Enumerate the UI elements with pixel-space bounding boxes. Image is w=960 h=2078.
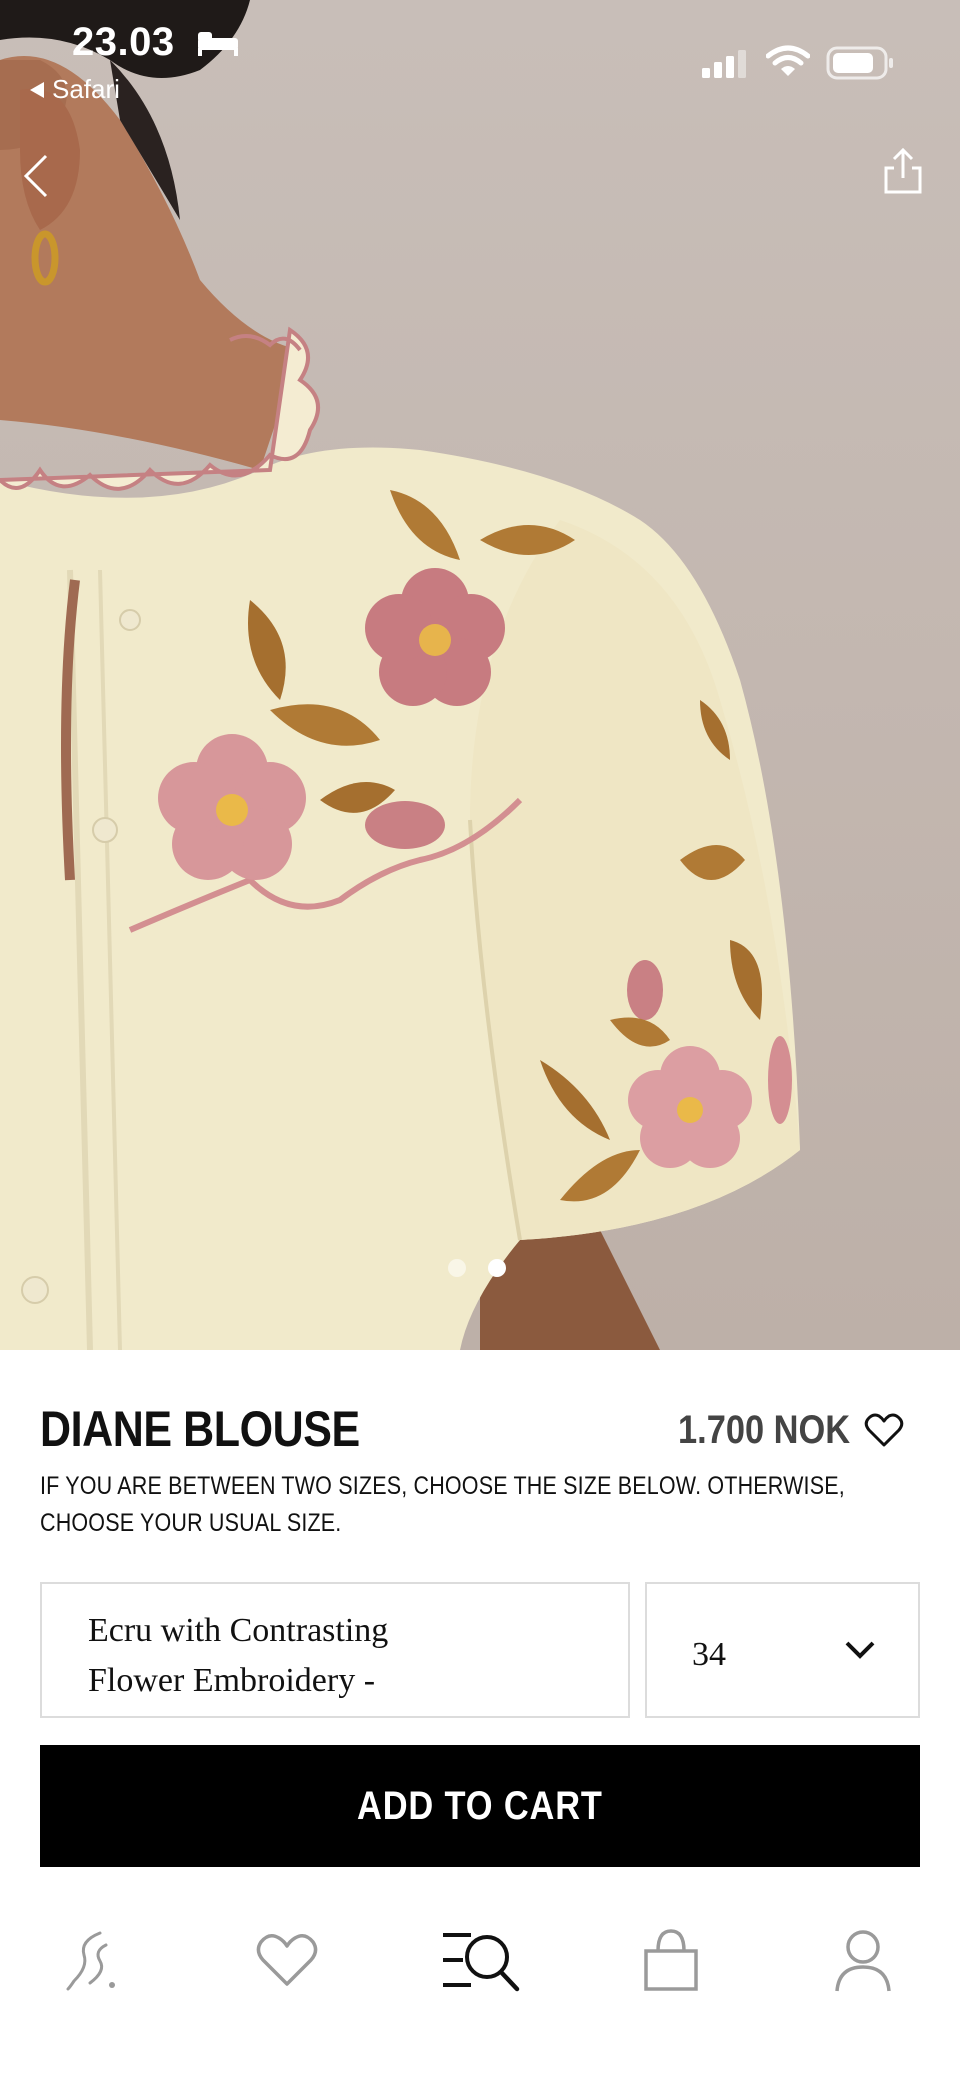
bag-icon — [644, 1929, 698, 1991]
account-icon — [835, 1930, 891, 1992]
back-chevron-icon[interactable] — [16, 150, 60, 200]
carousel-pagination[interactable] — [448, 1259, 506, 1277]
size-selector-value: 34 — [692, 1636, 726, 1673]
tab-home[interactable] — [50, 1920, 140, 2000]
color-selector-line-2: Flower Embroidery - — [88, 1662, 376, 1699]
product-photo — [0, 0, 800, 1350]
product-image-carousel[interactable]: 23.03 Safari — [0, 0, 960, 1350]
menu-search-icon — [443, 1933, 520, 1992]
add-to-cart-label: ADD TO CART — [357, 1783, 603, 1828]
product-title: DIANE BLOUSE — [40, 1401, 360, 1457]
tab-menu-search[interactable] — [434, 1920, 524, 2000]
wishlist-tab-heart-icon — [256, 1934, 318, 1986]
add-to-cart-button[interactable]: ADD TO CART — [40, 1745, 920, 1867]
product-price: 1.700 NOK — [678, 1408, 851, 1452]
tab-wishlist[interactable] — [242, 1920, 332, 2000]
carousel-dot[interactable] — [448, 1259, 466, 1277]
back-to-safari[interactable]: Safari — [30, 74, 120, 105]
back-app-label: Safari — [52, 74, 120, 104]
battery-icon — [826, 46, 893, 80]
tab-bag[interactable] — [626, 1920, 716, 2000]
tab-account[interactable] — [818, 1920, 908, 2000]
status-time: 23.03 — [72, 20, 175, 64]
wishlist-heart-icon[interactable] — [864, 1410, 904, 1450]
size-selector[interactable]: 34 — [645, 1582, 920, 1718]
wifi-icon — [766, 45, 810, 76]
home-logo-icon — [66, 1931, 115, 1991]
sleep-bed-icon — [198, 32, 238, 56]
back-triangle-icon — [30, 81, 44, 98]
color-selector-line-1: Ecru with Contrasting — [88, 1612, 389, 1649]
chevron-down-icon — [845, 1641, 875, 1659]
share-icon[interactable] — [880, 146, 926, 196]
color-selector[interactable]: Ecru with Contrasting Flower Embroidery … — [40, 1582, 630, 1718]
size-advice-text: IF YOU ARE BETWEEN TWO SIZES, CHOOSE THE… — [40, 1472, 845, 1537]
cellular-signal-icon — [702, 50, 746, 78]
carousel-dot-active[interactable] — [488, 1259, 506, 1277]
